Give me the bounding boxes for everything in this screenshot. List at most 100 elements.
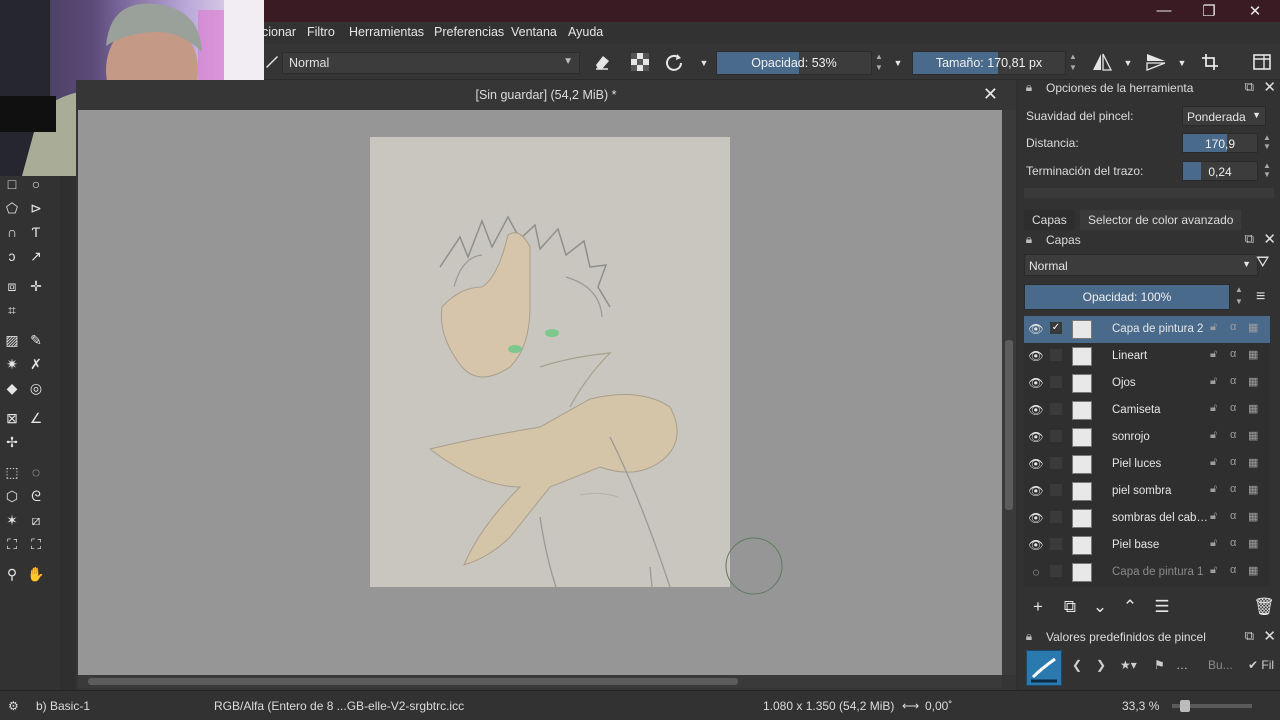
filter-checkbox[interactable]: ✔ Fil xyxy=(1248,658,1274,678)
tab-advanced-color-selector[interactable]: Selector de color avanzado xyxy=(1080,210,1242,230)
inherit-alpha-icon[interactable]: ▦ xyxy=(1248,429,1258,442)
bookmark-icon[interactable]: ⚑ xyxy=(1154,658,1165,678)
previous-icon[interactable]: ❮ xyxy=(1072,658,1082,678)
rectangle-tool-icon[interactable]: □ xyxy=(2,174,22,194)
close-icon[interactable]: ✕ xyxy=(1263,230,1276,248)
size-slider[interactable]: Tamaño: 170,81 px xyxy=(912,51,1066,75)
next-icon[interactable]: ❯ xyxy=(1096,658,1106,678)
move-layer-down-button[interactable]: ⌄ xyxy=(1088,596,1112,618)
layer-row[interactable]: 👁︎ sombras del cab… 🔓︎ α ▦ xyxy=(1024,505,1270,532)
lock-icon[interactable]: 🔓︎ xyxy=(1210,402,1217,415)
chevron-down-icon[interactable]: ▼ xyxy=(886,52,910,74)
drawing-canvas[interactable] xyxy=(370,137,730,588)
layer-opacity-spinner[interactable]: ▲ ▼ xyxy=(1232,284,1246,310)
lock-icon[interactable]: 🔒︎ xyxy=(1022,80,1036,95)
layer-checkbox[interactable] xyxy=(1050,484,1062,496)
pan-tool-icon[interactable]: ✋ xyxy=(26,564,46,584)
crop-tool-icon[interactable]: ⌗ xyxy=(2,300,22,320)
eye-icon[interactable]: 👁︎ xyxy=(1028,538,1044,552)
gradient-tool-icon[interactable]: ▨ xyxy=(2,330,22,350)
eye-icon[interactable]: 👁︎ xyxy=(1028,457,1044,471)
menu-help[interactable]: Ayuda xyxy=(568,25,603,39)
lock-icon[interactable]: 🔒︎ xyxy=(1022,232,1036,247)
layer-row[interactable]: 👁︎ Piel luces 🔓︎ α ▦ xyxy=(1024,451,1270,478)
layer-checkbox[interactable] xyxy=(1050,511,1062,523)
options-scrollbar[interactable] xyxy=(1024,188,1274,198)
close-icon[interactable]: ✕ xyxy=(1263,627,1276,645)
add-layer-button[interactable]: + xyxy=(1026,596,1050,618)
preset-search-input[interactable]: Bu... xyxy=(1208,658,1233,678)
layer-row[interactable]: 👁︎ Piel base 🔓︎ α ▦ xyxy=(1024,532,1270,559)
lock-icon[interactable]: 🔓︎ xyxy=(1210,348,1217,361)
contiguous-select-icon[interactable]: ✶ xyxy=(2,510,22,530)
alpha-icon[interactable]: α xyxy=(1230,456,1236,468)
colorize-mask-icon[interactable]: ✗ xyxy=(26,354,46,374)
lock-icon[interactable]: 🔓︎ xyxy=(1210,564,1217,577)
zoom-slider[interactable] xyxy=(1172,700,1252,712)
alpha-icon[interactable]: α xyxy=(1230,321,1236,333)
menu-tools[interactable]: Herramientas xyxy=(349,25,424,39)
eye-icon[interactable]: 👁︎ xyxy=(1028,511,1044,525)
lock-icon[interactable]: 🔓︎ xyxy=(1210,456,1217,469)
freehand-path-icon[interactable]: Ƭ xyxy=(26,222,46,242)
inherit-alpha-icon[interactable]: ▦ xyxy=(1248,402,1258,415)
move-layer-up-button[interactable]: ⌃ xyxy=(1118,596,1142,618)
fill-tool-icon[interactable]: ◆ xyxy=(2,378,22,398)
brush-smoothing-select[interactable]: Ponderada ▼ xyxy=(1182,106,1266,126)
alpha-lock-icon[interactable] xyxy=(628,52,652,74)
lock-icon[interactable]: 🔓︎ xyxy=(1210,321,1217,334)
mirror-vertical-icon[interactable] xyxy=(1144,52,1168,74)
menu-preferences[interactable]: Preferencias xyxy=(434,25,504,39)
polygon-select-icon[interactable]: ⬡ xyxy=(2,486,22,506)
layer-row[interactable]: ◌ Capa de pintura 1 🔓︎ α ▦ xyxy=(1024,559,1270,586)
layer-checkbox[interactable] xyxy=(1050,538,1062,550)
alpha-icon[interactable]: α xyxy=(1230,537,1236,549)
alpha-icon[interactable]: α xyxy=(1230,375,1236,387)
eye-icon[interactable]: 👁︎ xyxy=(1028,322,1044,336)
bezier-select-icon[interactable]: ⛶ xyxy=(2,534,22,554)
inherit-alpha-icon[interactable]: ▦ xyxy=(1248,510,1258,523)
brush-preset-thumbnail[interactable] xyxy=(1026,650,1062,686)
close-document-button[interactable]: ✕ xyxy=(983,84,998,105)
layer-blend-mode-select[interactable]: Normal ▼ xyxy=(1024,254,1258,276)
layer-checkbox[interactable] xyxy=(1050,403,1062,415)
bezier-tool-icon[interactable]: ∩ xyxy=(2,222,22,242)
eraser-icon[interactable] xyxy=(590,52,614,74)
layer-checkbox[interactable] xyxy=(1050,349,1062,361)
canvas-viewport[interactable] xyxy=(78,110,1002,675)
layer-checkbox[interactable] xyxy=(1050,430,1062,442)
minimize-button[interactable]: — xyxy=(1154,2,1174,19)
move-tool-icon[interactable]: ✛ xyxy=(26,276,46,296)
magnetic-select-icon[interactable]: ⛶ xyxy=(26,534,46,554)
polyline-tool-icon[interactable]: ⊳ xyxy=(26,198,46,218)
menu-window[interactable]: Ventana xyxy=(511,25,557,39)
chevron-down-icon[interactable]: ▼ xyxy=(1116,52,1140,74)
size-spinner[interactable]: ▲ ▼ xyxy=(1066,51,1080,75)
eye-icon[interactable]: 👁︎ xyxy=(1028,430,1044,444)
lock-icon[interactable]: 🔓︎ xyxy=(1210,375,1217,388)
alpha-icon[interactable]: α xyxy=(1230,429,1236,441)
layer-row[interactable]: 👁︎ Lineart 🔓︎ α ▦ xyxy=(1024,343,1270,370)
mirror-horizontal-icon[interactable] xyxy=(1090,52,1114,74)
alpha-icon[interactable]: α xyxy=(1230,348,1236,360)
brush-settings-icon[interactable]: ⚙ xyxy=(8,699,19,713)
layer-row[interactable]: 👁︎ piel sombra 🔓︎ α ▦ xyxy=(1024,478,1270,505)
ellipse-tool-icon[interactable]: ○ xyxy=(26,174,46,194)
rotation-icon[interactable]: ⟷ xyxy=(902,699,919,713)
inherit-alpha-icon[interactable]: ▦ xyxy=(1248,537,1258,550)
horizontal-scrollbar[interactable] xyxy=(78,675,1002,688)
lock-icon[interactable]: 🔓︎ xyxy=(1210,483,1217,496)
distance-spinner[interactable]: ▲ ▼ xyxy=(1260,133,1274,153)
alpha-icon[interactable]: α xyxy=(1230,510,1236,522)
opacity-slider[interactable]: Opacidad: 53% xyxy=(716,51,872,75)
chevron-down-icon[interactable]: ▼ xyxy=(1170,52,1194,74)
lock-icon[interactable]: 🔓︎ xyxy=(1210,510,1217,523)
multibrush-icon[interactable]: ↗ xyxy=(26,246,46,266)
chevron-down-icon[interactable]: ▼ xyxy=(692,52,716,74)
color-picker-icon[interactable]: ✎ xyxy=(26,330,46,350)
freehand-select-icon[interactable]: ᘓ xyxy=(26,486,46,506)
wrap-around-icon[interactable] xyxy=(1198,52,1222,74)
enclose-fill-icon[interactable]: ◎ xyxy=(26,378,46,398)
opacity-spinner[interactable]: ▲ ▼ xyxy=(872,51,886,75)
layer-opacity-slider[interactable]: Opacidad: 100% xyxy=(1024,284,1230,310)
